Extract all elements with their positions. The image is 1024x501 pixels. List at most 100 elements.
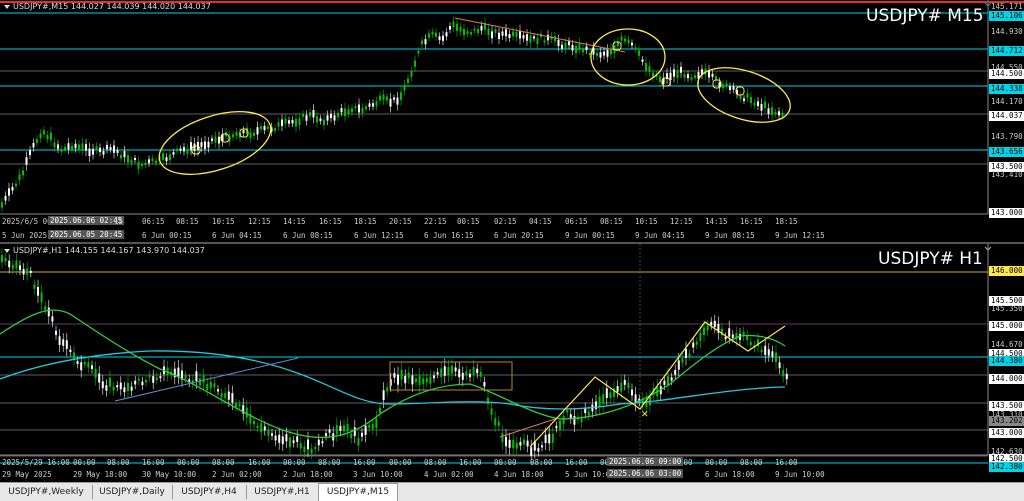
time-label: 2 Jun 18:00 (283, 470, 333, 479)
chart-pane-h1[interactable]: ✕ USDJPY#,H1 144.155 144.167 143.970 144… (0, 242, 1024, 484)
candle-body (169, 154, 171, 161)
candle-body (699, 332, 702, 341)
candle-body (757, 101, 759, 106)
candle-body (596, 52, 598, 57)
m15-chart-canvas[interactable] (0, 0, 1024, 242)
time-label: 6 Jun 20:15 (494, 231, 544, 240)
price-tag: 144.930 (991, 27, 1023, 36)
candle-body (71, 145, 73, 150)
candle-body (760, 349, 763, 353)
candle-body (214, 136, 217, 143)
candle-body (687, 74, 689, 78)
candle-body (559, 420, 561, 430)
candle-body (47, 307, 50, 317)
time-label: 08:00 (424, 458, 447, 467)
time-label: 16:00 (142, 458, 165, 467)
candle-body (242, 129, 245, 134)
candle-body (519, 30, 521, 39)
time-label: 16:15 (319, 217, 342, 226)
candle-body (428, 33, 430, 38)
candle-body (330, 113, 332, 119)
candle-body (253, 420, 255, 425)
candle-body (722, 84, 724, 89)
candle-body (634, 47, 637, 50)
candle-body (316, 116, 318, 123)
candle-body (53, 142, 56, 148)
chevron-down-icon[interactable] (4, 248, 10, 253)
candle-body (582, 48, 584, 53)
price-tag: 142.380 (989, 462, 1024, 472)
candle-body (206, 383, 209, 390)
h1-ohlc-text: USDJPY#,H1 144.155 144.167 143.970 144.0… (13, 246, 205, 255)
candle-body (335, 425, 338, 435)
tab-weekly[interactable]: USDJPY#,Weekly (0, 485, 93, 499)
candle-body (40, 292, 43, 303)
candle-body (263, 125, 266, 131)
time-label: 30 May 10:00 (142, 470, 197, 479)
candle-body (312, 109, 315, 118)
candle-body (183, 147, 185, 152)
candle-body (217, 389, 219, 392)
candle-body (724, 336, 727, 340)
candle-body (781, 112, 784, 117)
candle-body (494, 29, 497, 33)
candle-body (473, 28, 476, 31)
candle-body (44, 306, 47, 310)
price-tag: 143.410 (991, 170, 1023, 179)
candle-body (165, 157, 168, 162)
candle-body (1, 202, 3, 208)
candle-body (177, 367, 180, 377)
candle-body (199, 378, 201, 386)
candle-body (148, 375, 151, 378)
price-tag: 143.000 (989, 428, 1024, 438)
candle-body (685, 348, 687, 358)
candle-body (494, 418, 497, 426)
candle-body (522, 35, 525, 39)
candle-body (562, 416, 565, 424)
candle-body (497, 421, 500, 426)
candle-body (288, 120, 290, 124)
candle-body (281, 436, 284, 445)
candle-body (575, 45, 577, 54)
candle-body (281, 119, 283, 126)
candle-body (46, 135, 49, 140)
m15-ohlc-text: USDJPY#,M15 144.027 144.039 144.020 144.… (13, 2, 211, 11)
candle-body (424, 39, 427, 45)
price-tag: 145.106 (989, 11, 1024, 21)
tab-h1[interactable]: USDJPY#,H1 (246, 485, 319, 499)
candle-body (389, 98, 392, 107)
chevron-down-icon[interactable] (4, 4, 10, 9)
candle-body (414, 60, 416, 67)
candle-body (459, 26, 462, 32)
candle-body (211, 138, 213, 141)
candle-body (99, 147, 101, 153)
candle-body (750, 97, 752, 104)
candle-body (526, 34, 528, 41)
candle-body (368, 103, 371, 107)
chart-pane-m15[interactable]: USDJPY#,M15 144.027 144.039 144.020 144.… (0, 0, 1024, 242)
tab-h4[interactable]: USDJPY#,H4 (172, 485, 247, 499)
time-label: 16:00 (459, 458, 482, 467)
h1-chart-canvas[interactable]: ✕ (0, 244, 1024, 484)
tab-m15[interactable]: USDJPY#,M15 (318, 483, 398, 501)
candle-body (4, 258, 7, 262)
candle-body (415, 378, 417, 383)
candle-body (571, 44, 574, 51)
candle-body (321, 441, 324, 444)
candle-body (396, 97, 399, 105)
candle-body (537, 448, 540, 452)
price-tag: 143.202 (989, 416, 1024, 426)
candle-body (785, 373, 788, 380)
candle-body (235, 131, 238, 136)
candle-body (260, 423, 263, 433)
time-label: 20:15 (389, 217, 412, 226)
candle-body (267, 126, 269, 129)
candle-body (354, 106, 357, 109)
candle-body (557, 39, 560, 47)
candle-body (449, 26, 451, 30)
candle-body (407, 372, 410, 379)
candle-body (87, 362, 90, 368)
tab-daily[interactable]: USDJPY#,Daily (92, 485, 173, 499)
candle-body (64, 146, 66, 150)
candle-body (382, 390, 385, 401)
